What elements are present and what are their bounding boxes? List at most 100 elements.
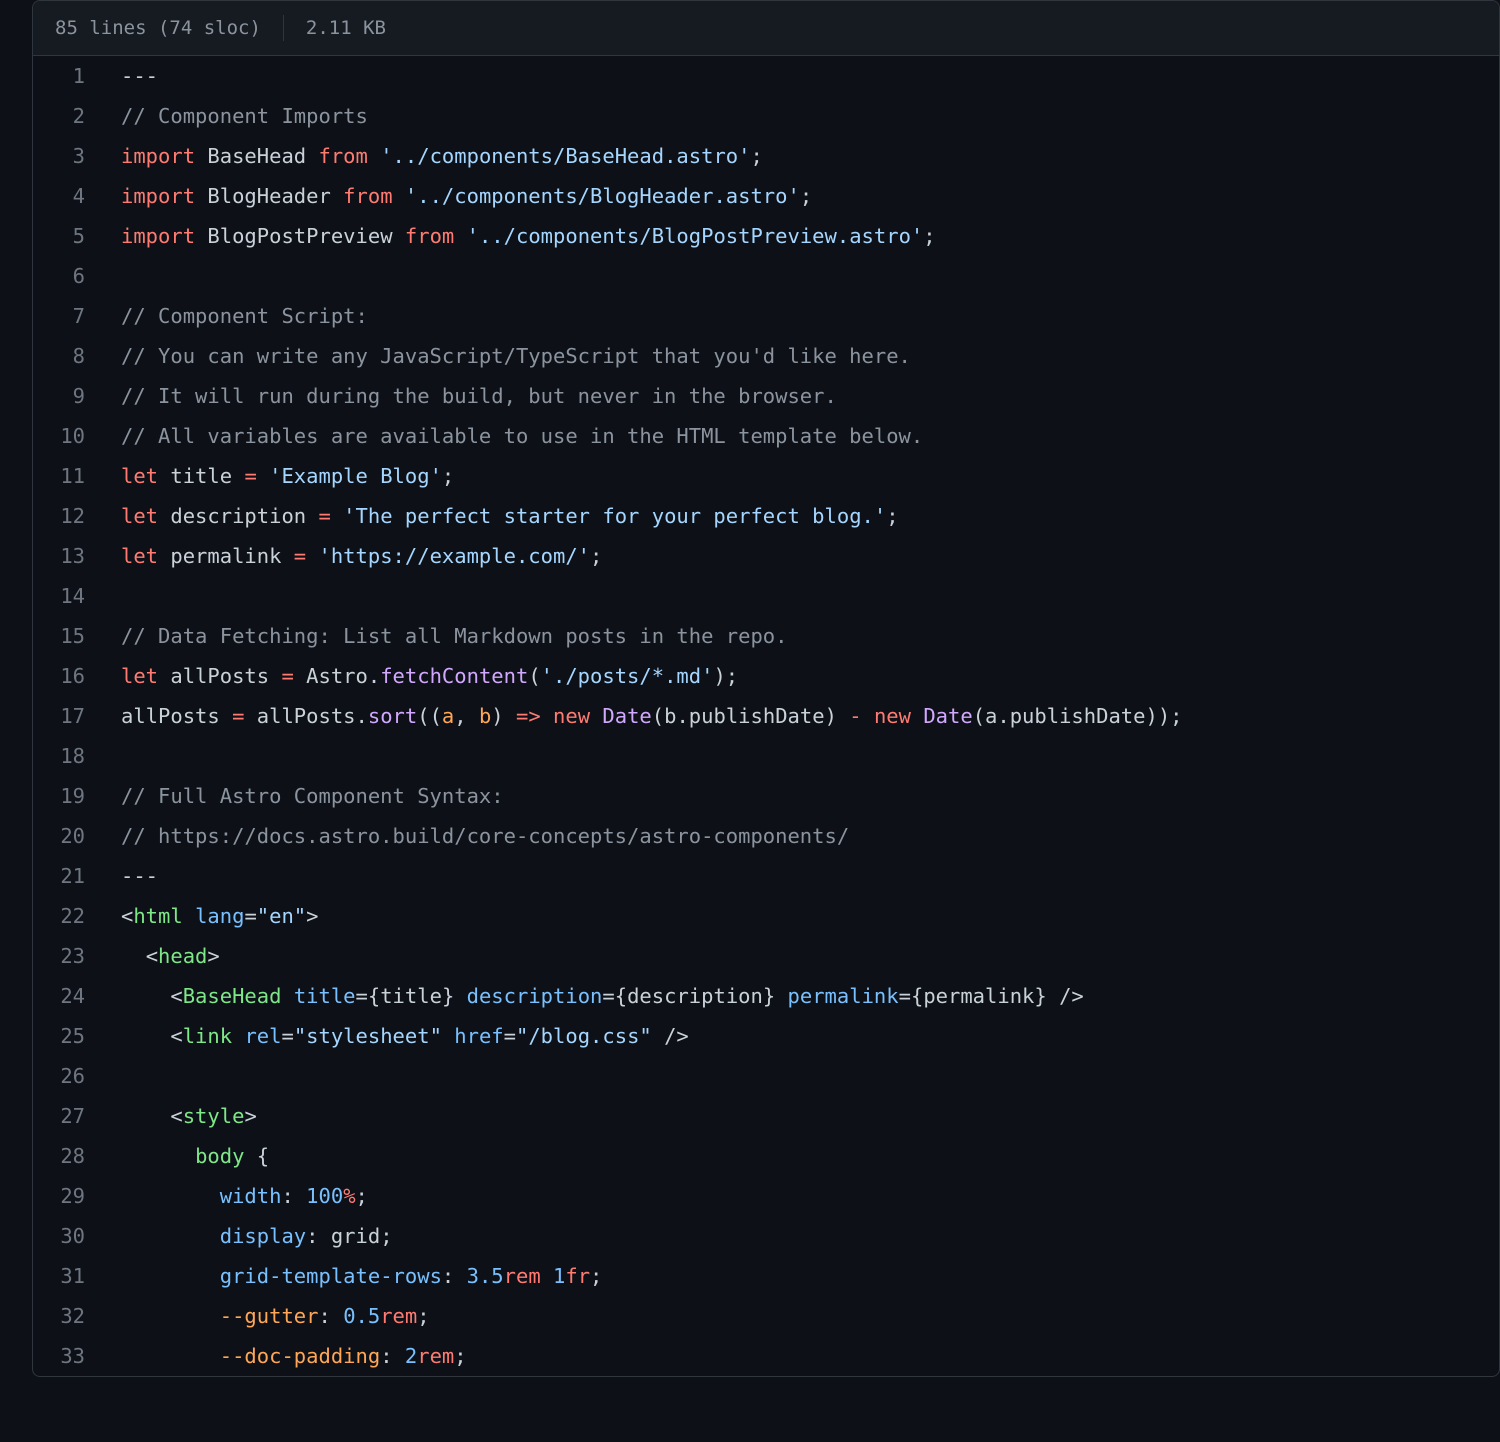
code-line[interactable]: import BaseHead from '../components/Base…	[103, 136, 1499, 176]
token-str: 'The perfect starter for your perfect bl…	[343, 504, 886, 528]
line-number[interactable]: 32	[33, 1296, 103, 1336]
code-row: 21---	[33, 856, 1499, 896]
line-number[interactable]: 16	[33, 656, 103, 696]
code-line[interactable]: // All variables are available to use in…	[103, 416, 1499, 456]
token-punct: =	[281, 1024, 293, 1048]
code-line[interactable]: import BlogHeader from '../components/Bl…	[103, 176, 1499, 216]
line-number[interactable]: 1	[33, 56, 103, 96]
token-key: let	[121, 664, 158, 688]
token-ident: allPosts.	[244, 704, 367, 728]
code-line[interactable]: // You can write any JavaScript/TypeScri…	[103, 336, 1499, 376]
line-number[interactable]: 6	[33, 256, 103, 296]
line-number[interactable]: 30	[33, 1216, 103, 1256]
token-str: '../components/BlogHeader.astro'	[405, 184, 800, 208]
line-number[interactable]: 13	[33, 536, 103, 576]
token-punct: ;	[417, 1304, 429, 1328]
code-line[interactable]: <BaseHead title={title} description={des…	[103, 976, 1499, 1016]
line-number[interactable]: 26	[33, 1056, 103, 1096]
code-row: 31 grid-template-rows: 3.5rem 1fr;	[33, 1256, 1499, 1296]
code-line[interactable]: import BlogPostPreview from '../componen…	[103, 216, 1499, 256]
token-attr: href	[454, 1024, 503, 1048]
line-number[interactable]: 19	[33, 776, 103, 816]
line-number[interactable]: 3	[33, 136, 103, 176]
token-cssunit: rem	[504, 1264, 541, 1288]
code-line[interactable]: ---	[103, 856, 1499, 896]
code-line[interactable]: ---	[103, 56, 1499, 96]
code-line[interactable]: // Component Script:	[103, 296, 1499, 336]
token-ident: permalink	[158, 544, 294, 568]
token-ident	[590, 704, 602, 728]
token-punct: (	[652, 704, 664, 728]
line-number[interactable]: 29	[33, 1176, 103, 1216]
code-line[interactable]: let permalink = 'https://example.com/';	[103, 536, 1499, 576]
code-line[interactable]: let allPosts = Astro.fetchContent('./pos…	[103, 656, 1499, 696]
line-number[interactable]: 22	[33, 896, 103, 936]
line-number[interactable]: 24	[33, 976, 103, 1016]
line-number[interactable]: 15	[33, 616, 103, 656]
code-row: 12let description = 'The perfect starter…	[33, 496, 1499, 536]
code-line[interactable]: <html lang="en">	[103, 896, 1499, 936]
code-line[interactable]: allPosts = allPosts.sort((a, b) => new D…	[103, 696, 1499, 736]
line-number[interactable]: 12	[33, 496, 103, 536]
line-number[interactable]: 11	[33, 456, 103, 496]
token-ident	[232, 1024, 244, 1048]
token-fn: Date	[923, 704, 972, 728]
line-number[interactable]: 8	[33, 336, 103, 376]
code-line[interactable]: width: 100%;	[103, 1176, 1499, 1216]
token-op: =	[232, 704, 244, 728]
code-line[interactable]	[103, 1056, 1499, 1096]
line-number[interactable]: 31	[33, 1256, 103, 1296]
line-number[interactable]: 17	[33, 696, 103, 736]
code-line[interactable]: display: grid;	[103, 1216, 1499, 1256]
code-line[interactable]: <link rel="stylesheet" href="/blog.css" …	[103, 1016, 1499, 1056]
token-fn: Date	[602, 704, 651, 728]
code-line[interactable]	[103, 576, 1499, 616]
line-number[interactable]: 18	[33, 736, 103, 776]
line-number[interactable]: 2	[33, 96, 103, 136]
code-row: 32 --gutter: 0.5rem;	[33, 1296, 1499, 1336]
token-ident	[183, 904, 195, 928]
code-line[interactable]: let description = 'The perfect starter f…	[103, 496, 1499, 536]
code-line[interactable]	[103, 256, 1499, 296]
line-number[interactable]: 5	[33, 216, 103, 256]
line-number[interactable]: 14	[33, 576, 103, 616]
code-line[interactable]: // Full Astro Component Syntax:	[103, 776, 1499, 816]
file-viewer: 85 lines (74 sloc) 2.11 KB 1---2// Compo…	[32, 0, 1500, 1377]
token-cssprop: grid-template-rows	[220, 1264, 442, 1288]
code-line[interactable]: // https://docs.astro.build/core-concept…	[103, 816, 1499, 856]
code-line[interactable]: body {	[103, 1136, 1499, 1176]
code-line[interactable]: <head>	[103, 936, 1499, 976]
line-number[interactable]: 33	[33, 1336, 103, 1376]
code-line[interactable]	[103, 736, 1499, 776]
token-punct: (	[528, 664, 540, 688]
line-number[interactable]: 10	[33, 416, 103, 456]
token-str: '../components/BaseHead.astro'	[380, 144, 750, 168]
line-number[interactable]: 25	[33, 1016, 103, 1056]
line-number[interactable]: 28	[33, 1136, 103, 1176]
code-line[interactable]: --doc-padding: 2rem;	[103, 1336, 1499, 1376]
code-line[interactable]: // Component Imports	[103, 96, 1499, 136]
code-line[interactable]: // It will run during the build, but nev…	[103, 376, 1499, 416]
line-number[interactable]: 23	[33, 936, 103, 976]
line-number[interactable]: 27	[33, 1096, 103, 1136]
line-number[interactable]: 9	[33, 376, 103, 416]
line-number[interactable]: 20	[33, 816, 103, 856]
token-key: let	[121, 544, 158, 568]
code-line[interactable]: --gutter: 0.5rem;	[103, 1296, 1499, 1336]
token-ident: allPosts	[158, 664, 281, 688]
token-punct: (	[973, 704, 985, 728]
code-line[interactable]: let title = 'Example Blog';	[103, 456, 1499, 496]
code-line[interactable]: grid-template-rows: 3.5rem 1fr;	[103, 1256, 1499, 1296]
code-line[interactable]: // Data Fetching: List all Markdown post…	[103, 616, 1499, 656]
line-number[interactable]: 4	[33, 176, 103, 216]
line-number[interactable]: 7	[33, 296, 103, 336]
line-number[interactable]: 21	[33, 856, 103, 896]
token-punct: <	[170, 984, 182, 1008]
code-row: 20// https://docs.astro.build/core-conce…	[33, 816, 1499, 856]
code-line[interactable]: <style>	[103, 1096, 1499, 1136]
token-num: 100	[306, 1184, 343, 1208]
token-op: =	[244, 464, 256, 488]
code-row: 15// Data Fetching: List all Markdown po…	[33, 616, 1499, 656]
token-punct: :	[442, 1264, 467, 1288]
token-punct: >	[306, 904, 318, 928]
